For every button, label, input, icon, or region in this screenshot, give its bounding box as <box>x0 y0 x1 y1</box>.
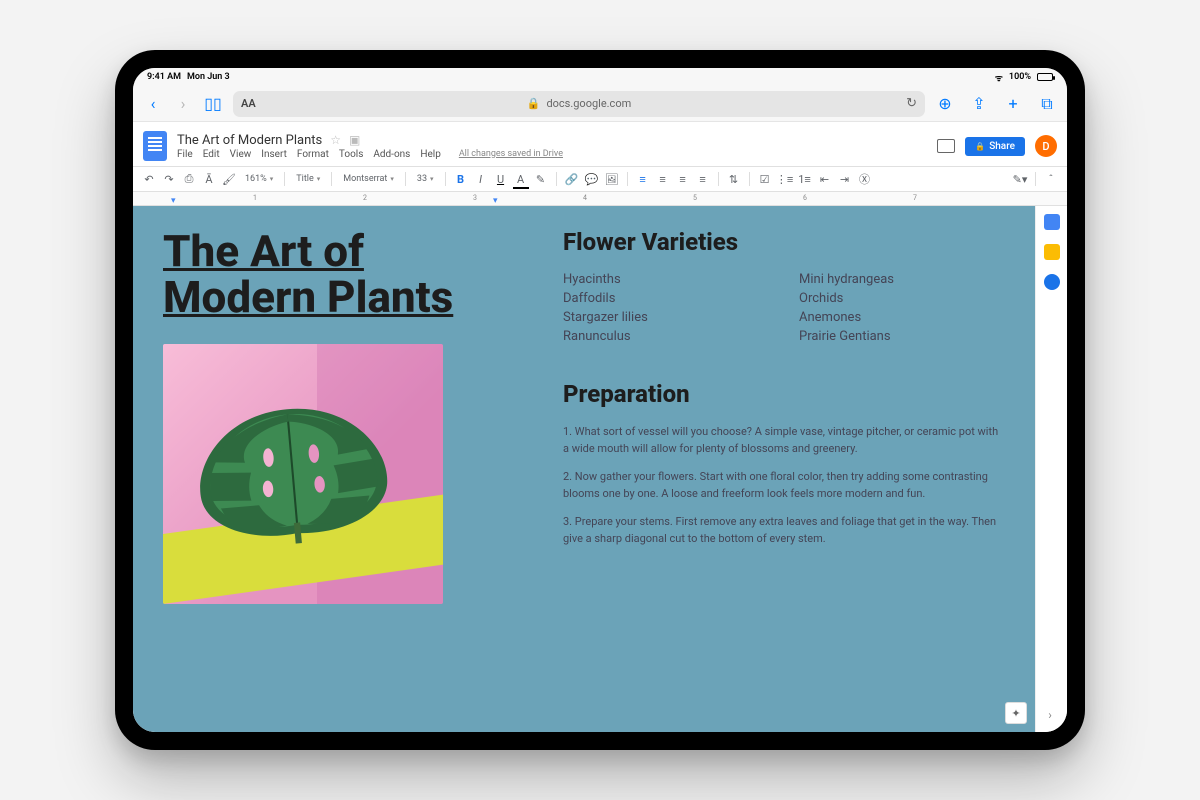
align-left-button[interactable]: ≡ <box>635 171 651 187</box>
monstera-leaf-icon <box>182 390 404 553</box>
zoom-select[interactable]: 161% <box>241 174 277 184</box>
battery-icon <box>1037 73 1053 81</box>
status-time: 9:41 AM <box>147 72 181 82</box>
calendar-sideapp-icon[interactable] <box>1044 214 1060 230</box>
document-container: The Art of Modern Plants <box>133 206 1067 732</box>
comments-button[interactable] <box>937 139 955 153</box>
status-date: Mon Jun 3 <box>187 72 230 82</box>
menu-help[interactable]: Help <box>420 149 440 160</box>
font-size-select[interactable]: 33 <box>413 174 438 184</box>
list-item[interactable]: Daffodils <box>563 291 769 306</box>
inserted-image[interactable] <box>163 344 443 604</box>
line-spacing-button[interactable]: ⇅ <box>726 171 742 187</box>
list-item[interactable]: Anemones <box>799 310 1005 325</box>
numbered-list-button[interactable]: 1≡ <box>797 171 813 187</box>
safari-toolbar: ‹ › ▯▯ AA 🔒 docs.google.com ↻ ⊕ ⇪ + ⧉ <box>133 86 1067 122</box>
format-toolbar: ↶ ↷ ⎙ Ā 🖌 161% Title Montserrat 33 B I U… <box>133 166 1067 192</box>
battery-pct: 100% <box>1009 72 1031 82</box>
underline-button[interactable]: U <box>493 171 509 187</box>
docs-logo-icon[interactable] <box>143 131 167 161</box>
align-right-button[interactable]: ≡ <box>675 171 691 187</box>
text-size-button[interactable]: AA <box>241 97 256 110</box>
align-center-button[interactable]: ≡ <box>655 171 671 187</box>
paragraph[interactable]: 3. Prepare your stems. First remove any … <box>563 514 1005 547</box>
font-select[interactable]: Montserrat <box>339 174 398 184</box>
bookmarks-button[interactable]: ▯▯ <box>203 94 223 113</box>
menu-view[interactable]: View <box>230 149 252 160</box>
ipad-frame: 9:41 AM Mon Jun 3 ᯤ 100% ‹ › ▯▯ AA 🔒 doc… <box>115 50 1085 750</box>
move-folder-icon[interactable]: ▣ <box>349 133 360 147</box>
list-item[interactable]: Prairie Gentians <box>799 329 1005 344</box>
flower-list[interactable]: Hyacinths Mini hydrangeas Daffodils Orch… <box>563 272 1005 344</box>
share-doc-button[interactable]: Share <box>965 137 1025 156</box>
print-button[interactable]: ⎙ <box>181 171 197 187</box>
insert-image-button[interactable]: 🖼 <box>604 171 620 187</box>
ios-statusbar: 9:41 AM Mon Jun 3 ᯤ 100% <box>133 68 1067 86</box>
insert-comment-button[interactable]: 💬 <box>584 171 600 187</box>
redo-button[interactable]: ↷ <box>161 171 177 187</box>
forward-button[interactable]: › <box>173 94 193 113</box>
indent-marker-right[interactable]: ▾ <box>493 196 498 206</box>
document-title[interactable]: The Art of Modern Plants <box>177 133 322 148</box>
ruler[interactable]: ▾ 1 2 3 ▾ 4 5 6 7 <box>133 192 1067 206</box>
menu-format[interactable]: Format <box>297 149 329 160</box>
list-item[interactable]: Mini hydrangeas <box>799 272 1005 287</box>
checklist-button[interactable]: ☑ <box>757 171 773 187</box>
indent-button[interactable]: ⇥ <box>837 171 853 187</box>
menu-addons[interactable]: Add-ons <box>373 149 410 160</box>
docs-header: The Art of Modern Plants ☆ ▣ File Edit V… <box>133 122 1067 166</box>
tabs-button[interactable]: ⧉ <box>1037 94 1057 114</box>
list-item[interactable]: Hyacinths <box>563 272 769 287</box>
wifi-icon: ᯤ <box>995 71 1003 84</box>
bulleted-list-button[interactable]: ⋮≡ <box>777 171 793 187</box>
hide-menus-button[interactable]: ˆ <box>1043 171 1059 187</box>
list-item[interactable]: Stargazer lilies <box>563 310 769 325</box>
menu-bar: File Edit View Insert Format Tools Add-o… <box>177 149 927 160</box>
document-page[interactable]: The Art of Modern Plants <box>133 206 1035 732</box>
share-button[interactable]: ⇪ <box>969 94 989 114</box>
paragraph[interactable]: 1. What sort of vessel will you choose? … <box>563 424 1005 457</box>
menu-tools[interactable]: Tools <box>339 149 363 160</box>
insert-link-button[interactable]: 🔗 <box>564 171 580 187</box>
side-panel <box>1035 206 1067 732</box>
preparation-text[interactable]: 1. What sort of vessel will you choose? … <box>563 424 1005 547</box>
align-justify-button[interactable]: ≡ <box>695 171 711 187</box>
undo-button[interactable]: ↶ <box>141 171 157 187</box>
section-heading-flowers[interactable]: Flower Varieties <box>563 228 1005 256</box>
new-tab-button[interactable]: + <box>1003 94 1023 114</box>
clear-format-button[interactable]: Ⓧ <box>857 171 873 187</box>
account-avatar[interactable]: D <box>1035 135 1057 157</box>
explore-button[interactable]: ✦ <box>1005 702 1027 724</box>
italic-button[interactable]: I <box>473 171 489 187</box>
editing-mode-button[interactable]: ✎▾ <box>1012 171 1028 187</box>
keep-sideapp-icon[interactable] <box>1044 244 1060 260</box>
menu-insert[interactable]: Insert <box>261 149 287 160</box>
text-color-button[interactable]: A <box>513 171 529 187</box>
side-panel-toggle[interactable]: › <box>1041 706 1059 724</box>
doc-heading-title[interactable]: The Art of Modern Plants <box>163 228 523 320</box>
indent-marker-left[interactable]: ▾ <box>171 196 176 206</box>
highlight-button[interactable]: ✎ <box>533 171 549 187</box>
downloads-button[interactable]: ⊕ <box>935 94 955 114</box>
star-icon[interactable]: ☆ <box>330 133 341 147</box>
spellcheck-button[interactable]: Ā <box>201 171 217 187</box>
menu-edit[interactable]: Edit <box>203 149 220 160</box>
paragraph[interactable]: 2. Now gather your flowers. Start with o… <box>563 469 1005 502</box>
refresh-button[interactable]: ↻ <box>906 96 917 111</box>
list-item[interactable]: Orchids <box>799 291 1005 306</box>
tasks-sideapp-icon[interactable] <box>1044 274 1060 290</box>
bold-button[interactable]: B <box>453 171 469 187</box>
save-status[interactable]: All changes saved in Drive <box>459 149 563 160</box>
lock-icon: 🔒 <box>527 97 541 110</box>
section-heading-prep[interactable]: Preparation <box>563 380 1005 408</box>
url-text: docs.google.com <box>546 97 631 110</box>
menu-file[interactable]: File <box>177 149 193 160</box>
address-bar[interactable]: AA 🔒 docs.google.com ↻ <box>233 91 925 117</box>
back-button[interactable]: ‹ <box>143 94 163 113</box>
screen: 9:41 AM Mon Jun 3 ᯤ 100% ‹ › ▯▯ AA 🔒 doc… <box>133 68 1067 732</box>
paint-format-button[interactable]: 🖌 <box>221 171 237 187</box>
style-select[interactable]: Title <box>292 174 324 184</box>
outdent-button[interactable]: ⇤ <box>817 171 833 187</box>
list-item[interactable]: Ranunculus <box>563 329 769 344</box>
